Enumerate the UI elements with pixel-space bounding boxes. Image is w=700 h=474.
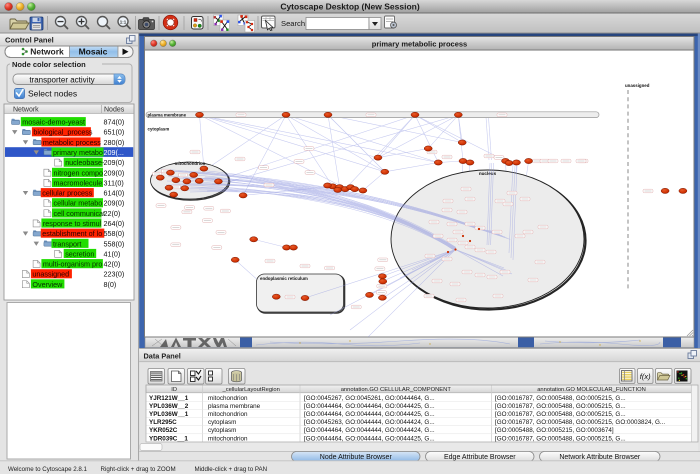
svg-text:651(0): 651(0)	[104, 128, 125, 137]
svg-text:plasma membrane: plasma membrane	[148, 112, 187, 117]
svg-text:plasma membrane: plasma membrane	[208, 403, 261, 410]
svg-text:mitochondrion: mitochondrion	[208, 395, 248, 402]
svg-text:311(0): 311(0)	[104, 178, 124, 187]
svg-text:Select nodes: Select nodes	[28, 89, 77, 99]
svg-text:8(0): 8(0)	[104, 280, 117, 289]
svg-text:Network: Network	[30, 47, 64, 57]
svg-text:614(0): 614(0)	[104, 189, 125, 198]
svg-text:YKR052C: YKR052C	[149, 427, 178, 434]
svg-text:[GO:0045263, GO:0044444, GO:00: [GO:0045263, GO:0044444, GO:0044424, G..…	[304, 419, 435, 426]
svg-text:cellular process: cellular process	[42, 189, 92, 198]
svg-text:annotation.GO MOLECULAR_FUNCTI: annotation.GO MOLECULAR_FUNCTION	[537, 387, 646, 393]
svg-text:[GO:0044464, GO:0044464, GO:00: [GO:0044464, GO:0044464, GO:0044425, G..…	[304, 403, 435, 410]
svg-text:unassigned: unassigned	[32, 270, 69, 279]
svg-text:macromolecule: macromolecule	[54, 178, 103, 187]
svg-text:nucleus: nucleus	[479, 171, 497, 176]
svg-text:multi-organism pro: multi-organism pro	[43, 260, 103, 269]
svg-text:[GO:0016787, GO:0005488, GO:00: [GO:0016787, GO:0005488, GO:0005215, GO:…	[495, 419, 665, 426]
svg-text:209(0): 209(0)	[104, 168, 125, 177]
svg-text:[GO:0044464, GO:0044444, GO:00: [GO:0044464, GO:0044444, GO:0044425, G..…	[304, 435, 435, 442]
svg-text:_cellularLayoutRegion: _cellularLayoutRegion	[222, 387, 280, 393]
svg-text:transporter activity: transporter activity	[29, 76, 94, 85]
svg-text:Control Panel: Control Panel	[5, 36, 54, 45]
svg-text:[GO:0016787, GO:0005488, GO:00: [GO:0016787, GO:0005488, GO:0005215, G..…	[495, 435, 626, 442]
svg-text:209(0): 209(0)	[104, 199, 125, 208]
svg-text:Right-click + drag to ZOOM: Right-click + drag to ZOOM	[101, 466, 176, 473]
svg-text:874(0): 874(0)	[104, 118, 125, 127]
svg-text:Search:: Search:	[281, 19, 307, 28]
svg-text:secretion: secretion	[65, 249, 94, 258]
svg-text:209(...: 209(...	[104, 148, 124, 157]
svg-text:558(0): 558(0)	[104, 239, 125, 248]
svg-text:Welcome to Cytoscape 2.8.1: Welcome to Cytoscape 2.8.1	[8, 466, 88, 473]
svg-text:Network: Network	[13, 107, 39, 114]
svg-text:[GO:0044464, GO:0044444, GO:00: [GO:0044464, GO:0044444, GO:0044424, G..…	[304, 427, 435, 434]
svg-text:Nodes: Nodes	[104, 107, 125, 114]
svg-text:Node color selection: Node color selection	[12, 60, 86, 69]
svg-text:[GO:0016787, GO:0005488, GO:00: [GO:0016787, GO:0005488, GO:0005215, G..…	[495, 403, 626, 410]
svg-text:nitrogen compo: nitrogen compo	[54, 168, 104, 177]
svg-text:YDR039C__1: YDR039C__1	[149, 435, 188, 442]
svg-text:primary metabo: primary metabo	[53, 148, 103, 157]
svg-text:22(0): 22(0)	[104, 209, 121, 218]
svg-text:mosaic-demo-yeast: mosaic-demo-yeast	[22, 118, 85, 127]
svg-text:558(0): 558(0)	[104, 229, 125, 238]
svg-text:42(0): 42(0)	[104, 260, 121, 269]
svg-text:annotation.GO CELLULAR_COMPONE: annotation.GO CELLULAR_COMPONENT	[341, 387, 452, 393]
svg-text:Overview: Overview	[32, 280, 63, 289]
svg-text:YJR121W__1: YJR121W__1	[149, 395, 189, 402]
svg-text:[GO:0045267, GO:0045261, GO:00: [GO:0045267, GO:0045261, GO:0044464, G..…	[304, 395, 435, 402]
svg-text:primary metabolic process: primary metabolic process	[372, 39, 467, 48]
svg-text:Edge Attribute Browser: Edge Attribute Browser	[444, 454, 516, 461]
svg-text:cell communicat: cell communicat	[54, 209, 106, 218]
svg-text:YPL036W__2: YPL036W__2	[149, 403, 189, 410]
svg-text:YLR295C: YLR295C	[149, 419, 177, 426]
svg-text:209(0): 209(0)	[104, 158, 125, 167]
svg-text:Mosaic: Mosaic	[79, 47, 108, 57]
svg-text:biological_process: biological_process	[33, 128, 93, 137]
svg-text:[GO:0044464, GO:0044444, GO:00: [GO:0044464, GO:0044444, GO:0044425, G..…	[304, 411, 435, 418]
svg-text:mitochondrion: mitochondrion	[175, 161, 206, 166]
svg-text:cytoplasm: cytoplasm	[208, 427, 236, 434]
svg-text:Network Attribute Browser: Network Attribute Browser	[559, 454, 641, 461]
svg-text:264(0): 264(0)	[104, 219, 125, 228]
svg-text:Data Panel: Data Panel	[144, 352, 181, 361]
svg-text:Node Attribute Browser: Node Attribute Browser	[320, 454, 393, 461]
svg-text:mitochondrion: mitochondrion	[208, 411, 248, 418]
svg-text:cellular metabo: cellular metabo	[54, 199, 103, 208]
svg-text:unassigned: unassigned	[625, 83, 650, 88]
svg-text:endoplasmic reticulum: endoplasmic reticulum	[260, 276, 308, 281]
svg-text:Cytoscape Desktop (New Session: Cytoscape Desktop (New Session)	[280, 1, 420, 11]
svg-text:metabolic process: metabolic process	[43, 138, 101, 147]
svg-text:1:1: 1:1	[120, 19, 127, 24]
svg-text:nucleobase-: nucleobase-	[65, 158, 105, 167]
svg-text:mitochondrion: mitochondrion	[208, 435, 248, 442]
svg-text:41(0): 41(0)	[104, 249, 121, 258]
svg-text:[GO:0005488, GO:0005215, GO:00: [GO:0005488, GO:0005215, GO:0003674]	[495, 427, 614, 434]
svg-text:[GO:0016787, GO:0005488, GO:00: [GO:0016787, GO:0005488, GO:0005215, G..…	[495, 395, 626, 402]
svg-text:223(0): 223(0)	[104, 270, 125, 279]
svg-text:cytoplasm: cytoplasm	[208, 419, 236, 426]
svg-text:f(x): f(x)	[640, 372, 651, 381]
svg-text:280(0): 280(0)	[104, 138, 125, 147]
svg-text:Middle-click + drag to PAN: Middle-click + drag to PAN	[195, 466, 268, 473]
svg-text:cytoplasm: cytoplasm	[148, 127, 170, 132]
svg-text:ID: ID	[171, 387, 177, 393]
svg-text:transport: transport	[53, 239, 81, 248]
svg-text:YPL036W__1: YPL036W__1	[149, 411, 189, 418]
svg-text:establishment of lo: establishment of lo	[42, 229, 102, 238]
svg-text:[GO:0016787, GO:0005488, GO:00: [GO:0016787, GO:0005488, GO:0005215, G..…	[495, 411, 626, 418]
svg-text:response to stimul: response to stimul	[43, 219, 102, 228]
